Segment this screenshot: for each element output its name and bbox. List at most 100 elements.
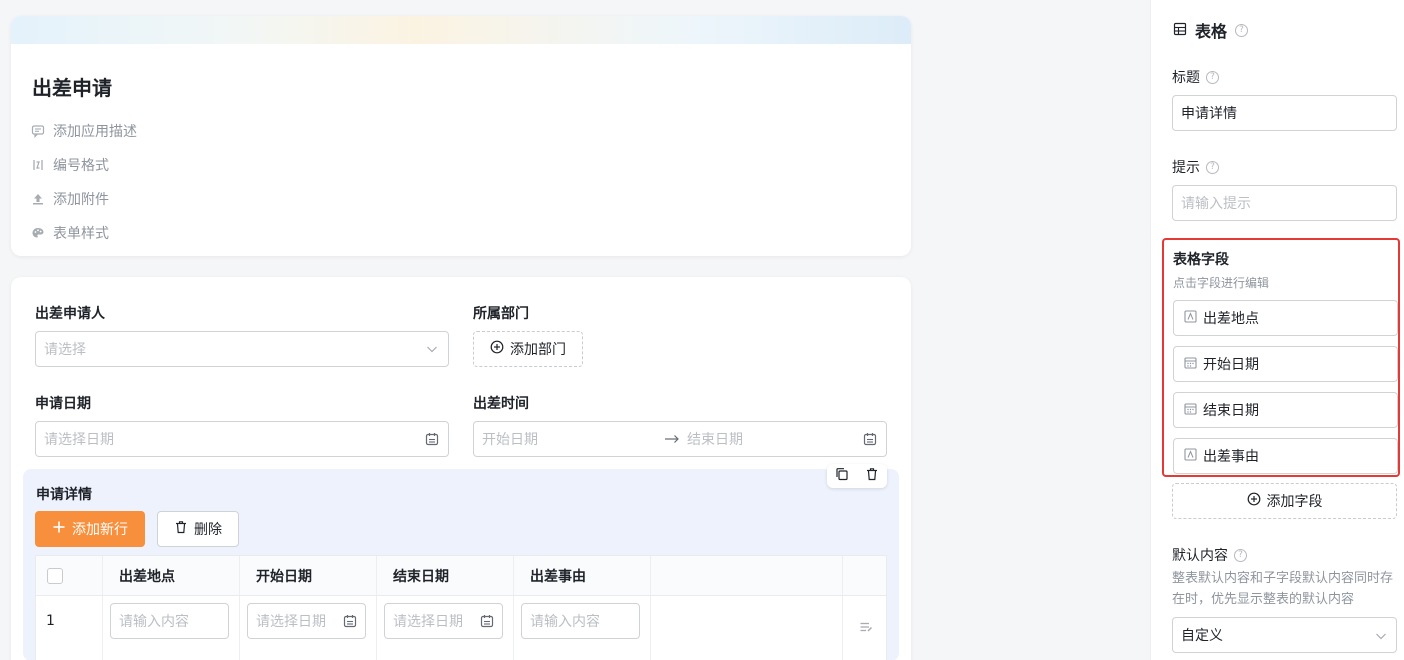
calendar-icon xyxy=(343,614,357,628)
applicant-label: 出差申请人 xyxy=(35,306,105,322)
chevron-down-icon xyxy=(1374,629,1388,647)
calendar-icon xyxy=(425,432,439,446)
table-icon xyxy=(1173,21,1187,40)
default-value: 自定义 xyxy=(1181,628,1223,644)
plus-icon xyxy=(52,520,66,538)
text-field-icon xyxy=(1184,447,1197,465)
title-label: 标题 xyxy=(1172,70,1200,86)
column-header[interactable]: 开始日期 xyxy=(240,556,377,595)
add-field-label: 添加字段 xyxy=(1266,494,1323,510)
field-item-start-date[interactable]: 开始日期 xyxy=(1173,346,1398,382)
location-input[interactable]: 请输入内容 xyxy=(110,603,229,639)
start-date-placeholder: 请选择日期 xyxy=(256,614,326,630)
help-icon[interactable]: ? xyxy=(1234,548,1247,562)
number-format-label: 编号格式 xyxy=(53,158,109,174)
reason-placeholder: 请输入内容 xyxy=(530,614,600,630)
fields-subtitle: 点击字段进行编辑 xyxy=(1173,276,1270,290)
field-item-end-date[interactable]: 结束日期 xyxy=(1173,392,1398,428)
calendar-icon xyxy=(1184,402,1197,419)
add-department-button[interactable]: 添加部门 xyxy=(473,331,583,367)
copy-icon[interactable] xyxy=(835,467,849,485)
trip-time-label: 出差时间 xyxy=(473,396,529,412)
default-label-row: 默认内容 ? xyxy=(1172,545,1247,565)
apply-date-picker[interactable]: 请选择日期 xyxy=(35,421,449,457)
delete-label: 删除 xyxy=(194,522,222,538)
add-attachment-action[interactable]: 添加附件 xyxy=(31,182,137,216)
end-date-picker[interactable]: 请选择日期 xyxy=(384,603,503,639)
form-body-card: 出差申请人 请选择 所属部门 添加部门 申请日期 请选择日期 出差时间 开始日期 xyxy=(11,277,911,660)
applicant-select[interactable]: 请选择 xyxy=(35,331,449,367)
trip-end-placeholder: 结束日期 xyxy=(687,432,743,448)
field-item-location[interactable]: 出差地点 xyxy=(1173,300,1398,336)
help-icon[interactable]: ? xyxy=(1235,23,1249,37)
department-label: 所属部门 xyxy=(473,306,529,322)
help-icon[interactable]: ? xyxy=(1206,70,1219,84)
plus-circle-icon xyxy=(1247,492,1261,510)
trash-icon[interactable] xyxy=(865,467,879,485)
default-description: 整表默认内容和子字段默认内容同时存在时，优先显示整表的默认内容 xyxy=(1172,571,1394,607)
chevron-down-icon xyxy=(425,342,439,356)
upload-icon xyxy=(31,192,45,206)
column-header[interactable]: 出差事由 xyxy=(514,556,651,595)
row-cell: 请输入内容 xyxy=(514,596,651,660)
select-all-cell xyxy=(36,556,103,595)
title-input[interactable]: 申请详情 xyxy=(1172,95,1397,131)
apply-date-placeholder: 请选择日期 xyxy=(44,432,114,448)
field-item-label: 出差地点 xyxy=(1203,311,1259,327)
panel-title: 表格 xyxy=(1195,22,1228,41)
field-item-label: 开始日期 xyxy=(1203,357,1259,373)
form-canvas: 出差申请 添加应用描述 编号格式 添加附件 表单样式 出差申请人 请选择 所属部… xyxy=(0,0,1150,660)
delete-rows-button[interactable]: 删除 xyxy=(157,511,239,547)
calendar-icon xyxy=(1184,356,1197,373)
column-header-empty xyxy=(651,556,843,595)
calendar-icon xyxy=(480,614,494,628)
add-row-button[interactable]: 添加新行 xyxy=(35,511,145,547)
calendar-icon xyxy=(863,432,877,446)
form-header-card: 出差申请 添加应用描述 编号格式 添加附件 表单样式 xyxy=(11,16,911,256)
app-title[interactable]: 出差申请 xyxy=(32,72,112,101)
add-department-label: 添加部门 xyxy=(510,342,566,358)
form-style-label: 表单样式 xyxy=(53,226,109,242)
subtable-header-row: 出差地点 开始日期 结束日期 出差事由 xyxy=(36,556,886,596)
add-field-button[interactable]: 添加字段 xyxy=(1172,483,1397,519)
trip-start-placeholder: 开始日期 xyxy=(482,432,538,448)
header-banner xyxy=(11,16,911,44)
select-all-checkbox[interactable] xyxy=(47,567,63,584)
row-cell: 请选择日期 xyxy=(240,596,377,660)
row-edit-icon[interactable] xyxy=(859,620,873,638)
row-cell: 请选择日期 xyxy=(377,596,514,660)
field-item-label: 出差事由 xyxy=(1203,449,1259,465)
hint-label: 提示 xyxy=(1172,160,1200,176)
applicant-placeholder: 请选择 xyxy=(44,342,86,358)
hint-input[interactable]: 请输入提示 xyxy=(1172,185,1397,221)
number-format-action[interactable]: 编号格式 xyxy=(31,148,137,182)
property-panel: 表格 ? 标题 ? 申请详情 提示 ? 请输入提示 表格字段 点击字段进行编辑 … xyxy=(1150,0,1404,660)
comment-icon xyxy=(31,124,45,138)
default-content-select[interactable]: 自定义 xyxy=(1172,617,1397,653)
field-item-reason[interactable]: 出差事由 xyxy=(1173,438,1398,474)
help-icon[interactable]: ? xyxy=(1206,160,1219,174)
trip-range-picker[interactable]: 开始日期 结束日期 xyxy=(473,421,887,457)
add-description-action[interactable]: 添加应用描述 xyxy=(31,114,137,148)
hint-label-row: 提示 ? xyxy=(1172,157,1219,177)
apply-date-label: 申请日期 xyxy=(35,396,91,412)
row-actions-cell xyxy=(843,596,888,660)
table-fields-section: 表格字段 点击字段进行编辑 出差地点 开始日期 结束日期 出差事由 xyxy=(1162,238,1400,477)
default-label: 默认内容 xyxy=(1172,548,1228,564)
start-date-picker[interactable]: 请选择日期 xyxy=(247,603,366,639)
number-format-icon xyxy=(31,158,45,172)
subtable-block[interactable]: 申请详情 添加新行 删除 出差地点 开始日期 结束日期 出差事由 1 请输入内容… xyxy=(23,464,899,660)
plus-circle-icon xyxy=(490,340,504,358)
add-attachment-label: 添加附件 xyxy=(53,192,109,208)
field-item-label: 结束日期 xyxy=(1203,403,1259,419)
form-style-action[interactable]: 表单样式 xyxy=(31,216,137,250)
subtable-title: 申请详情 xyxy=(36,487,92,503)
row-cell-empty xyxy=(651,596,843,660)
arrow-right-icon xyxy=(664,432,680,450)
end-date-placeholder: 请选择日期 xyxy=(393,614,463,630)
palette-icon xyxy=(31,226,45,240)
column-header[interactable]: 结束日期 xyxy=(377,556,514,595)
fields-title: 表格字段 xyxy=(1173,252,1229,268)
reason-input[interactable]: 请输入内容 xyxy=(521,603,640,639)
column-header[interactable]: 出差地点 xyxy=(103,556,240,595)
